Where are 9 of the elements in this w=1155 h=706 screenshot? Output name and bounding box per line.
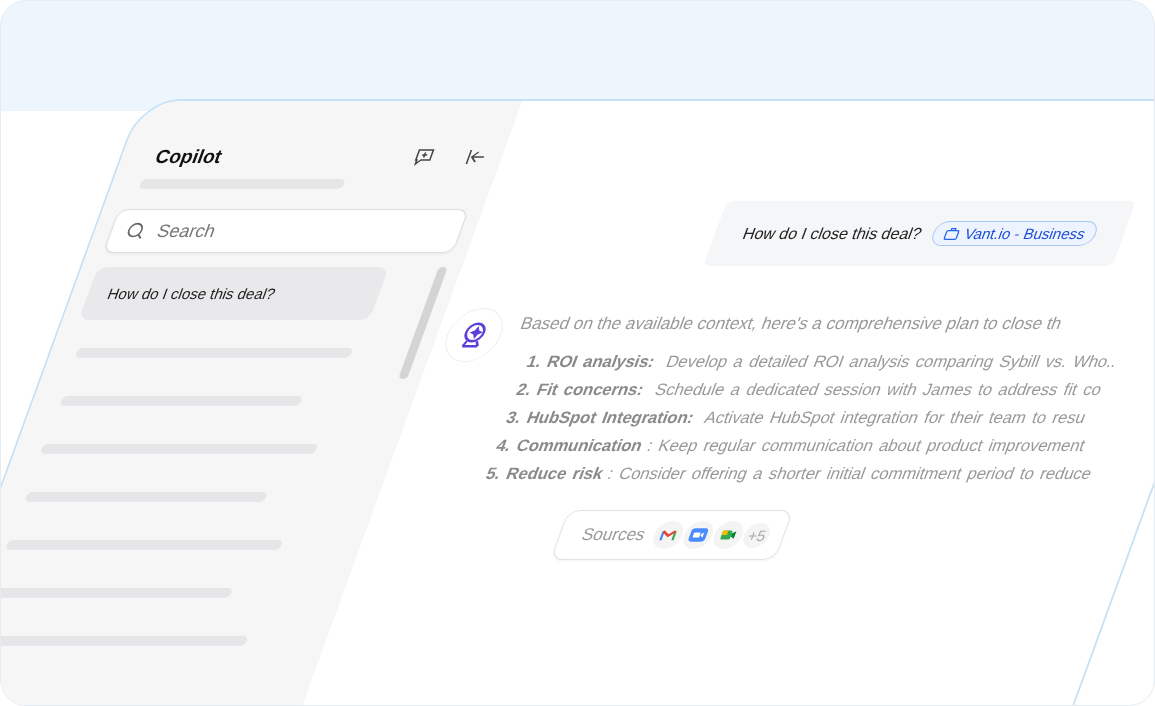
sources-label: Sources [578, 525, 649, 545]
answer-intro: Based on the available context, here's a comprehensive plan to close th [517, 314, 1066, 334]
answer-step: 3. HubSpot Integration: Activate HubSpot integration for their team to resu [483, 408, 1089, 427]
answer-step: 2. Fit concerns: Schedule a dedicated session with James to address fit co [493, 380, 1105, 399]
answer-step: 4. Communication: Keep regular communication about product improvement [473, 436, 1088, 455]
question-text: How do I close this deal? [740, 224, 925, 243]
answer-step: 1. ROI analysis: Develop a detailed ROI analysis comparing Sybill vs. Who.. [504, 352, 1121, 371]
answer-step: 5. Reduce risk: Consider offering a shorter initial commitment period to reduce [463, 464, 1095, 483]
sidebar-title: Copilot [151, 146, 227, 168]
